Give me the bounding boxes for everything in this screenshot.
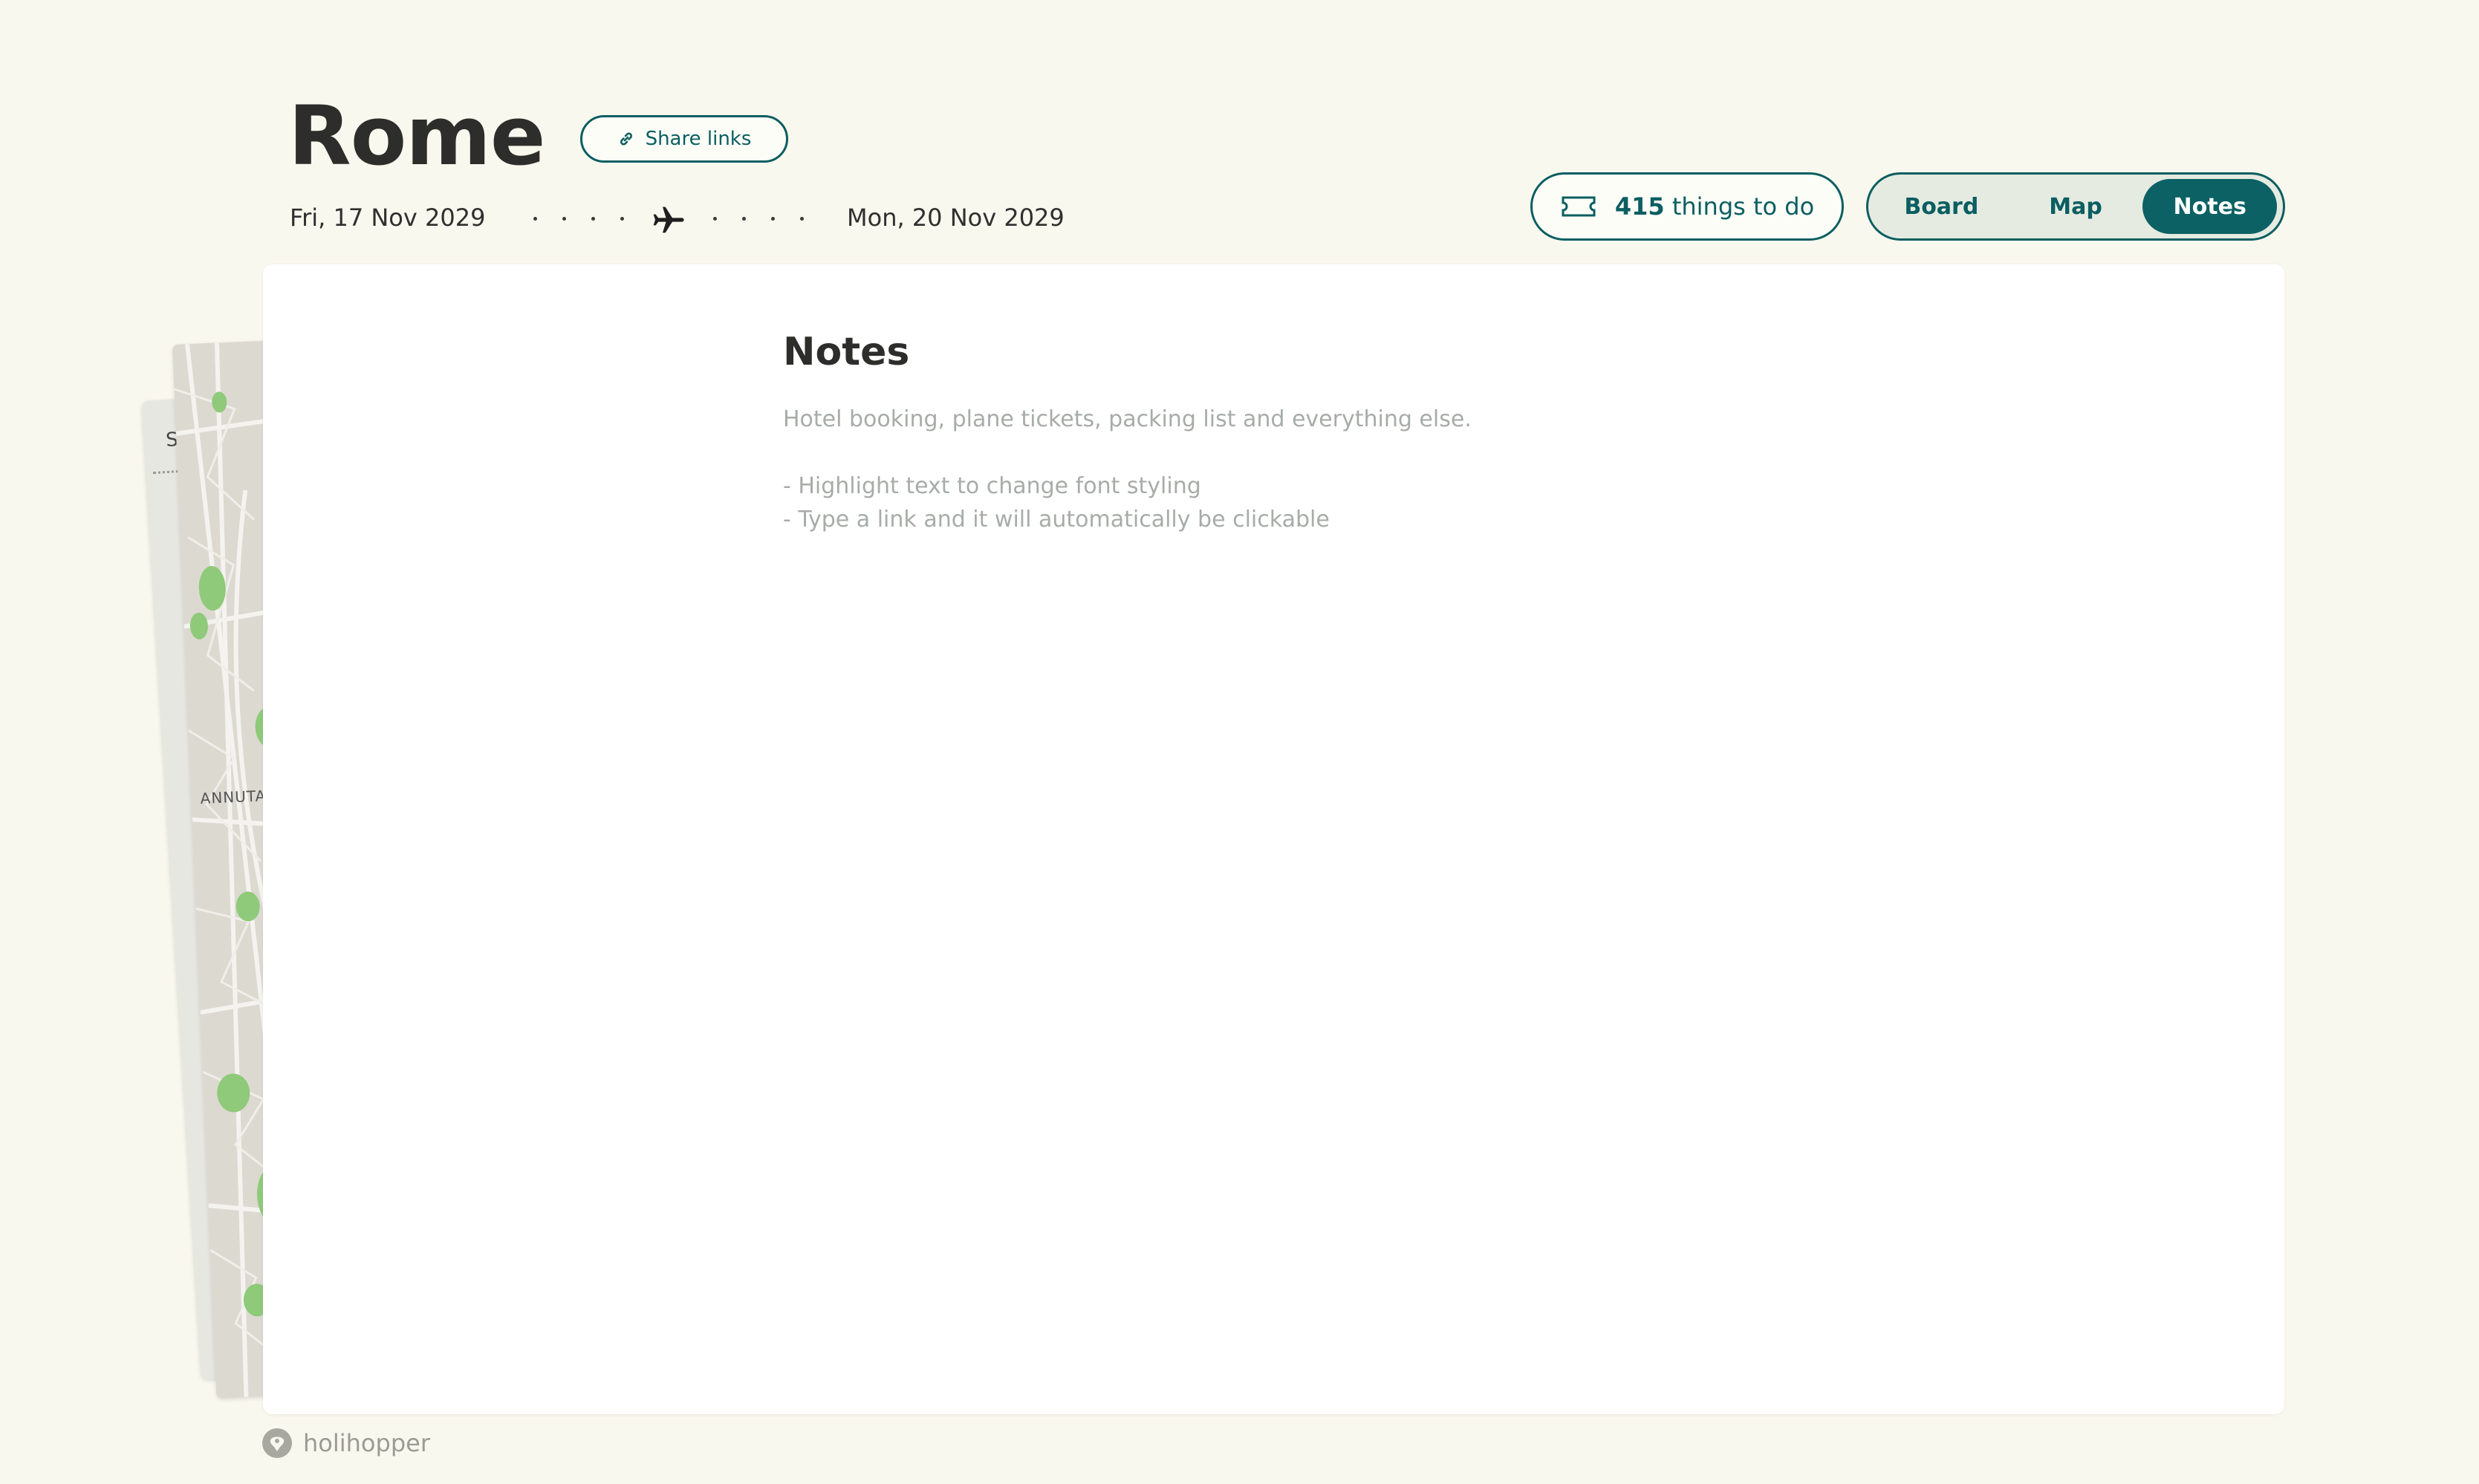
tab-board[interactable]: Board <box>1874 179 2009 234</box>
end-date: Mon, 20 Nov 2029 <box>847 204 1065 232</box>
holihopper-logo-icon <box>262 1428 292 1458</box>
share-links-button[interactable]: Share links <box>580 115 788 163</box>
tab-map[interactable]: Map <box>2009 179 2143 234</box>
tab-notes[interactable]: Notes <box>2142 179 2278 234</box>
airplane-icon <box>653 206 684 233</box>
notes-heading: Notes <box>783 330 910 374</box>
notes-placeholder-line: Hotel booking, plane tickets, packing li… <box>783 406 1472 432</box>
notes-editor[interactable]: Hotel booking, plane tickets, packing li… <box>783 403 1972 536</box>
brand-name: holihopper <box>303 1429 430 1457</box>
share-links-label: Share links <box>645 128 752 150</box>
notes-placeholder-line: - Type a link and it will automatically … <box>783 507 1330 533</box>
things-to-do-button[interactable]: 415 things to do <box>1530 172 1844 241</box>
map-district-label: ANNUTA <box>200 787 267 807</box>
things-count: 415 <box>1614 192 1665 221</box>
footer-brand[interactable]: holihopper <box>261 1428 430 1459</box>
notes-sheet: Notes Hotel booking, plane tickets, pack… <box>263 264 2284 1414</box>
dotted-line <box>713 217 804 221</box>
ticket-icon <box>1562 196 1596 217</box>
trip-title: Rome <box>288 88 545 183</box>
dotted-line <box>533 217 624 221</box>
view-switch: Board Map Notes <box>1866 172 2285 241</box>
start-date: Fri, 17 Nov 2029 <box>290 204 486 232</box>
notes-placeholder-line: - Highlight text to change font styling <box>783 473 1201 499</box>
link-icon <box>620 132 632 146</box>
things-to-do-label: 415 things to do <box>1614 192 1815 221</box>
